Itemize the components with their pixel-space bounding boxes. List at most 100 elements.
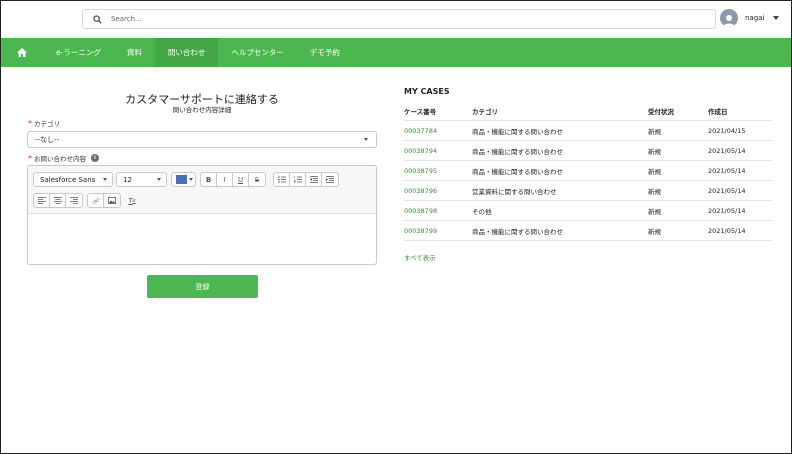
column-header-created-date: 作成日 (708, 108, 728, 116)
clear-formatting-button[interactable]: Tx (124, 193, 140, 208)
case-category: 商品・機能に関する問い合わせ (472, 168, 563, 176)
list-format-group (273, 172, 339, 187)
category-select[interactable]: --なし-- (27, 131, 377, 148)
inquiry-label: * お問い合わせ内容 i (28, 153, 99, 163)
case-date: 2021/04/15 (708, 127, 746, 135)
text-format-group: B I U S (200, 172, 266, 187)
chevron-down-icon[interactable] (773, 16, 780, 20)
cases-table: ケース番号 カテゴリ 受付状況 作成日 00037784 商品・機能に関する問い… (404, 101, 772, 241)
category-label-text: カテゴリ (34, 120, 60, 128)
nav-item-elearning[interactable]: e-ラーニング (43, 38, 114, 67)
outdent-button[interactable] (306, 172, 322, 187)
clear-format-group: Tx (124, 193, 140, 208)
bullet-list-button[interactable] (274, 172, 290, 187)
case-category: その他 (472, 208, 492, 216)
underline-button[interactable]: U (233, 172, 249, 187)
nav-item-documents[interactable]: 資料 (114, 38, 155, 67)
font-size-value: 12 (123, 175, 132, 184)
table-row: 00037784 商品・機能に関する問い合わせ 新規 2021/04/15 (404, 121, 772, 141)
inquiry-text-area[interactable] (28, 214, 376, 264)
table-row: 00038796 営業資料に関する問い合わせ 新規 2021/05/14 (404, 181, 772, 201)
category-select-value: --なし-- (35, 135, 60, 144)
case-status: 新規 (648, 168, 661, 176)
rich-text-editor: Salesforce Sans 12 B I U S T x (27, 165, 377, 265)
form-subtitle: 問い合わせ内容詳細 (172, 106, 232, 114)
case-number-link[interactable]: 00038798 (404, 201, 437, 221)
indent-button[interactable] (322, 172, 338, 187)
case-date: 2021/05/14 (708, 147, 746, 155)
align-group (33, 193, 83, 208)
case-status: 新規 (648, 128, 661, 136)
case-number-link[interactable]: 00037784 (404, 121, 437, 141)
case-number-link[interactable]: 00038796 (404, 181, 437, 201)
header: nagai (1, 1, 791, 38)
align-right-button[interactable] (66, 193, 82, 208)
see-all-link[interactable]: すべて表示 (404, 252, 436, 262)
insert-group (87, 193, 121, 208)
strikethrough-button[interactable]: S (249, 172, 265, 187)
nav-item-demo-booking[interactable]: デモ予約 (297, 38, 353, 67)
required-marker: * (28, 118, 32, 128)
chevron-down-icon (189, 178, 193, 181)
numbered-list-button[interactable] (290, 172, 306, 187)
nav-home[interactable] (1, 38, 43, 67)
editor-toolbar: Salesforce Sans 12 B I U S T x (28, 166, 376, 214)
inquiry-label-text: お問い合わせ内容 (34, 155, 86, 163)
case-status: 新規 (648, 148, 661, 156)
nav-item-help-center[interactable]: ヘルプセンター (218, 38, 297, 67)
case-date: 2021/05/14 (708, 207, 746, 215)
align-center-button[interactable] (50, 193, 66, 208)
required-marker: * (28, 153, 32, 163)
font-family-select[interactable]: Salesforce Sans (33, 172, 113, 187)
search-box[interactable] (82, 9, 716, 29)
numbered-list-icon (293, 176, 302, 183)
submit-button[interactable]: 登録 (147, 275, 258, 298)
table-header-row: ケース番号 カテゴリ 受付状況 作成日 (404, 101, 772, 121)
user-avatar-icon (723, 15, 735, 27)
user-menu[interactable]: nagai (720, 9, 780, 27)
cases-title: MY CASES (404, 87, 450, 96)
column-header-status: 受付状況 (648, 108, 674, 116)
align-right-icon (70, 197, 78, 204)
info-icon[interactable]: i (91, 154, 99, 162)
home-icon (17, 48, 27, 57)
category-label: * カテゴリ (28, 118, 60, 129)
case-status: 新規 (648, 188, 661, 196)
chevron-down-icon (157, 178, 161, 181)
avatar[interactable] (720, 9, 738, 27)
text-color-swatch (176, 175, 187, 184)
case-category: 商品・機能に関する問い合わせ (472, 228, 563, 236)
align-center-icon (53, 197, 62, 204)
table-row: 00038798 その他 新規 2021/05/14 (404, 201, 772, 221)
column-header-case-number: ケース番号 (404, 108, 437, 116)
indent-icon (326, 176, 334, 183)
image-icon (108, 197, 116, 204)
search-input[interactable] (111, 15, 671, 23)
align-left-button[interactable] (34, 193, 50, 208)
case-date: 2021/05/14 (708, 167, 746, 175)
case-status: 新規 (648, 228, 661, 236)
search-icon (93, 14, 102, 24)
case-number-link[interactable]: 00038794 (404, 141, 437, 161)
font-size-select[interactable]: 12 (116, 172, 167, 187)
italic-button[interactable]: I (217, 172, 233, 187)
case-status: 新規 (648, 208, 661, 216)
case-number-link[interactable]: 00038795 (404, 161, 437, 181)
case-category: 商品・機能に関する問い合わせ (472, 128, 563, 136)
nav-item-inquiry[interactable]: 問い合わせ (154, 38, 219, 67)
table-row: 00038799 商品・機能に関する問い合わせ 新規 2021/05/14 (404, 221, 772, 241)
link-icon (92, 197, 99, 204)
align-left-icon (37, 197, 46, 204)
case-date: 2021/05/14 (708, 227, 746, 235)
text-color-picker[interactable] (171, 172, 196, 187)
case-category: 商品・機能に関する問い合わせ (472, 148, 563, 156)
chevron-down-icon (103, 178, 107, 181)
username[interactable]: nagai (745, 14, 764, 22)
bullet-list-icon (277, 176, 286, 183)
insert-image-button[interactable] (104, 193, 120, 208)
case-number-link[interactable]: 00038799 (404, 221, 437, 241)
bold-button[interactable]: B (201, 172, 217, 187)
case-date: 2021/05/14 (708, 187, 746, 195)
insert-link-button[interactable] (88, 193, 104, 208)
table-row: 00038795 商品・機能に関する問い合わせ 新規 2021/05/14 (404, 161, 772, 181)
